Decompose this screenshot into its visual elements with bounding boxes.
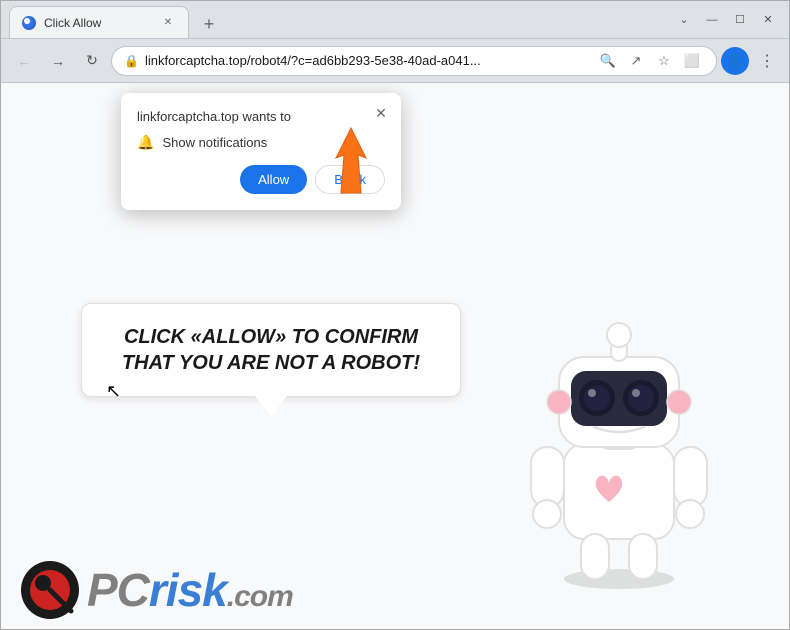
window-controls: ⌄ — ☐ ✕	[671, 7, 781, 33]
notification-popup: ✕ linkforcaptcha.top wants to 🔔 Show not…	[121, 93, 401, 210]
popup-close-button[interactable]: ✕	[371, 103, 391, 123]
speech-bubble-text: CLICK «ALLOW» TO CONFIRM THAT YOU ARE NO…	[106, 324, 436, 376]
popup-buttons: Allow Block	[137, 165, 385, 194]
title-bar: Click Allow ✕ + ⌄ — ☐ ✕	[1, 1, 789, 39]
block-button[interactable]: Block	[315, 165, 385, 194]
tab-close-button[interactable]: ✕	[160, 15, 176, 31]
forward-button[interactable]: →	[43, 46, 73, 76]
window-minimize-button[interactable]: ⌄	[671, 7, 697, 33]
popup-header: linkforcaptcha.top wants to	[137, 109, 385, 124]
browser-window: Click Allow ✕ + ⌄ — ☐ ✕ ← → ↻ 🔒 linkforc…	[0, 0, 790, 630]
nav-bar: ← → ↻ 🔒 linkforcaptcha.top/robot4/?c=ad6…	[1, 39, 789, 83]
allow-button[interactable]: Allow	[240, 165, 307, 194]
extension-icon[interactable]: ⬜	[680, 49, 704, 73]
pcrisk-text: PCrisk.com	[87, 567, 293, 613]
address-actions: 🔍 ↗ ☆ ⬜	[596, 49, 704, 73]
window-maximize-button[interactable]: ☐	[727, 7, 753, 33]
share-icon[interactable]: ↗	[624, 49, 648, 73]
profile-button[interactable]: 👤	[721, 47, 749, 75]
address-bar[interactable]: 🔒 linkforcaptcha.top/robot4/?c=ad6bb293-…	[111, 46, 717, 76]
robot-illustration	[509, 289, 729, 589]
tab-group: Click Allow ✕ +	[9, 1, 665, 38]
popup-notification-text: Show notifications	[162, 135, 267, 150]
menu-button[interactable]: ⋮	[753, 47, 781, 75]
pcrisk-icon	[21, 561, 79, 619]
content-area: ✕ linkforcaptcha.top wants to 🔔 Show not…	[1, 83, 789, 629]
active-tab[interactable]: Click Allow ✕	[9, 6, 189, 38]
window-close-button[interactable]: ✕	[755, 7, 781, 33]
search-icon[interactable]: 🔍	[596, 49, 620, 73]
lock-icon: 🔒	[124, 54, 139, 68]
bookmark-icon[interactable]: ☆	[652, 49, 676, 73]
tab-title: Click Allow	[44, 16, 152, 30]
tab-favicon	[22, 16, 36, 30]
popup-notification-row: 🔔 Show notifications	[137, 134, 385, 151]
bell-icon: 🔔	[137, 134, 154, 151]
back-button[interactable]: ←	[9, 46, 39, 76]
address-text: linkforcaptcha.top/robot4/?c=ad6bb293-5e…	[145, 53, 590, 68]
new-tab-button[interactable]: +	[195, 10, 223, 38]
speech-bubble: CLICK «ALLOW» TO CONFIRM THAT YOU ARE NO…	[81, 303, 461, 397]
window-minimize-button2[interactable]: —	[699, 7, 725, 33]
pcrisk-logo: PCrisk.com	[21, 561, 293, 619]
reload-button[interactable]: ↻	[77, 46, 107, 76]
